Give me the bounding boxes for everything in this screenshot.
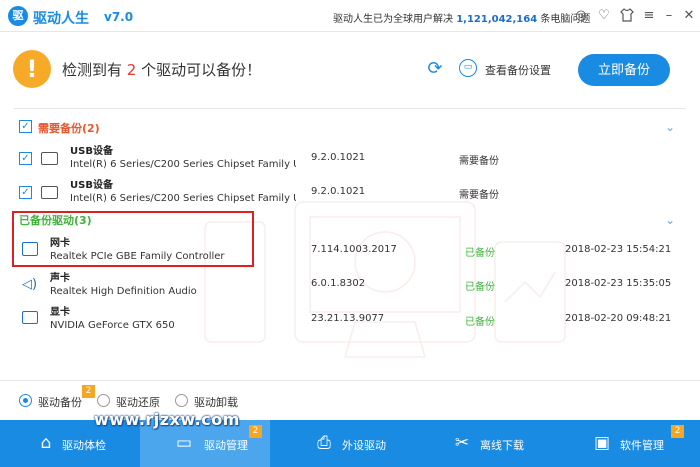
need-backup-checkbox[interactable]: ✓ (19, 120, 32, 133)
driver-status: 需要备份 (459, 190, 499, 201)
driver-name: USB设备 (70, 146, 113, 157)
driver-version: 23.21.13.9077 (311, 313, 385, 324)
driver-list: ✓ 需要备份(2) ⌄ ✓ USB设备 Intel(R) 6 Series/C2… (0, 110, 700, 380)
restore-mode-label[interactable]: 驱动还原 (116, 394, 160, 410)
globe-icon[interactable]: ◎ (573, 8, 589, 24)
backup-now-button[interactable]: 立即备份 (578, 54, 670, 86)
view-settings-link[interactable]: 查看备份设置 (485, 62, 551, 78)
driver-full-name: NVIDIA GeForce GTX 650 (50, 320, 175, 331)
driver-version: 9.2.0.1021 (311, 152, 366, 163)
stats-text: 驱动人生已为全球用户解决 1,121,042,164 条电脑问题 (333, 14, 591, 25)
stats-count: 1,121,042,164 (456, 14, 538, 25)
refresh-icon[interactable]: ⟳ (424, 58, 446, 80)
manage-badge: 2 (249, 425, 262, 438)
shirt-icon[interactable] (619, 8, 635, 24)
graphics-card-icon (22, 311, 38, 324)
need-backup-title: 需要备份(2) (38, 122, 100, 135)
driver-row[interactable]: 显卡 NVIDIA GeForce GTX 650 23.21.13.9077 … (0, 305, 700, 343)
nav-external-drivers[interactable]: ⎙ 外设驱动 (290, 420, 420, 467)
driver-status: 已备份 (465, 248, 495, 259)
driver-version: 7.114.1003.2017 (311, 244, 397, 255)
app-version: v7.0 (104, 10, 134, 24)
app-logo: 驱 (8, 6, 28, 26)
backup-count: 2 (126, 61, 137, 79)
backup-date: 2018-02-20 09:48:21 (565, 313, 672, 324)
minimize-icon[interactable]: – (661, 8, 677, 24)
driver-row[interactable]: ✓ USB设备 Intel(R) 6 Series/C200 Series Ch… (0, 174, 700, 212)
driver-status: 需要备份 (459, 156, 499, 167)
speaker-icon: ◁) (22, 277, 38, 292)
warning-icon: ! (13, 50, 51, 88)
driver-status: 已备份 (465, 282, 495, 293)
chevron-down-icon[interactable]: ⌄ (665, 214, 675, 226)
driver-name: 声卡 (50, 273, 70, 284)
nav-software-manage[interactable]: ▣ 软件管理 2 (570, 420, 700, 467)
driver-row[interactable]: ✓ USB设备 Intel(R) 6 Series/C200 Series Ch… (0, 140, 700, 178)
site-watermark: www.rjzxw.com (94, 410, 240, 429)
driver-version: 6.0.1.8302 (311, 278, 366, 289)
usb-device-icon (41, 152, 58, 165)
printer-icon: ⎙ (317, 433, 331, 453)
backup-mode-radio[interactable] (19, 394, 32, 407)
chevron-down-icon[interactable]: ⌄ (665, 121, 675, 133)
uninstall-mode-radio[interactable] (175, 394, 188, 407)
heart-icon[interactable]: ♡ (596, 8, 612, 24)
uninstall-mode-label[interactable]: 驱动卸载 (194, 394, 238, 410)
driver-full-name: Realtek High Definition Audio (50, 286, 197, 297)
nav-offline-download[interactable]: ✂ 离线下载 (430, 420, 560, 467)
box-icon: ▣ (593, 433, 611, 453)
title-bar: 驱 驱动人生 v7.0 驱动人生已为全球用户解决 1,121,042,164 条… (0, 0, 700, 32)
backup-mode-label[interactable]: 驱动备份 (38, 394, 82, 410)
folder-icon[interactable]: ▭ (459, 59, 477, 77)
driver-version: 9.2.0.1021 (311, 186, 366, 197)
menu-icon[interactable]: ≡ (641, 8, 657, 24)
row-checkbox[interactable]: ✓ (19, 152, 32, 165)
close-icon[interactable]: ✕ (681, 8, 697, 24)
backup-date: 2018-02-23 15:54:21 (565, 244, 672, 255)
row-checkbox[interactable]: ✓ (19, 186, 32, 199)
driver-name: 显卡 (50, 307, 70, 318)
tools-icon: ✂ (454, 433, 470, 453)
driver-full-name: Intel(R) 6 Series/C200 Series Chipset Fa… (70, 193, 296, 204)
home-icon: ⌂ (40, 433, 52, 453)
driver-full-name: Intel(R) 6 Series/C200 Series Chipset Fa… (70, 159, 296, 170)
monitor-icon: ▭ (175, 433, 193, 453)
driver-name: USB设备 (70, 180, 113, 191)
driver-status: 已备份 (465, 317, 495, 328)
usb-device-icon (41, 186, 58, 199)
backup-date: 2018-02-23 15:35:05 (565, 278, 672, 289)
restore-mode-radio[interactable] (97, 394, 110, 407)
highlight-box (12, 211, 254, 267)
divider (14, 108, 686, 109)
backup-mode-badge: 2 (82, 385, 95, 398)
app-title: 驱动人生 (33, 11, 89, 27)
detect-message: 检测到有 2 个驱动可以备份！ (62, 61, 262, 79)
software-badge: 2 (671, 425, 684, 438)
